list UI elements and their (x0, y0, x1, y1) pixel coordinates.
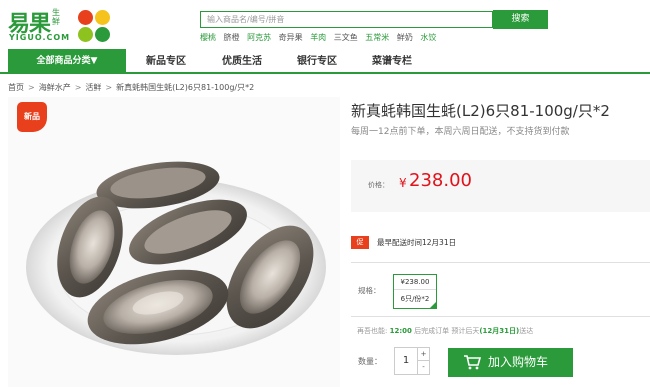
promo-text: 最早配送时间12月31日 (377, 238, 457, 247)
quantity-increase-button[interactable]: + (418, 348, 429, 361)
quantity-decrease-button[interactable]: - (418, 361, 429, 374)
logo-fruit-icon (78, 10, 112, 44)
hot-word[interactable]: 三文鱼 (334, 33, 358, 42)
breadcrumb-current: 新真蚝韩国生蚝(L2)6只81-100g/只*2 (116, 83, 255, 92)
add-to-cart-button[interactable]: 加入购物车 (448, 348, 573, 377)
nav-item-recipes[interactable]: 菜谱专栏 (372, 49, 412, 74)
delivery-suffix: 送达 (519, 327, 534, 335)
hot-word[interactable]: 奇异果 (279, 33, 303, 42)
new-product-badge: 新品 (17, 102, 47, 132)
product-title: 新真蚝韩国生蚝(L2)6只81-100g/只*2 (351, 102, 610, 120)
spec-panel: 规格： ¥238.00 6只/份*2 (351, 262, 650, 317)
breadcrumb-seafood[interactable]: 海鲜水产 (39, 83, 71, 92)
logo-domain: YIGUO.COM (9, 33, 71, 42)
hot-word[interactable]: 阿克苏 (247, 33, 271, 42)
hot-word[interactable]: 五常米 (365, 33, 389, 42)
price-panel: 价格： ¥ 238.00 (351, 160, 650, 212)
product-image[interactable]: 新品 (8, 97, 340, 387)
nav-item-new[interactable]: 新品专区 (146, 49, 186, 74)
price-currency: ¥ (399, 176, 407, 190)
quantity-stepper: 1 + - (394, 347, 430, 375)
price-label: 价格： (368, 181, 389, 189)
breadcrumb: 首页 > 海鲜水产 > 活鲜 > 新真蚝韩国生蚝(L2)6只81-100g/只*2 (8, 83, 255, 92)
quantity-input[interactable]: 1 (395, 348, 418, 374)
product-subtitle: 每周一12点前下单，本周六周日配送，不支持货到付款 (351, 127, 570, 137)
hot-search-words: 樱桃 脐橙 阿克苏 奇异果 羊肉 三文鱼 五常米 鲜奶 水饺 (200, 32, 441, 43)
delivery-cutoff-time: 12:00 (389, 327, 412, 335)
search-button[interactable]: 搜索 (493, 10, 548, 29)
hot-word[interactable]: 樱桃 (200, 33, 216, 42)
cart-icon (464, 355, 481, 370)
hot-word[interactable]: 鲜奶 (397, 33, 413, 42)
nav-item-quality-life[interactable]: 优质生活 (222, 49, 262, 74)
promo-tag: 促 (351, 236, 369, 249)
search-input[interactable]: 输入商品名/编号/拼音 (200, 11, 493, 28)
hot-word[interactable]: 水饺 (420, 33, 436, 42)
site-logo[interactable]: 易果 生鲜 YIGUO.COM (8, 6, 110, 46)
delivery-mid: 后完成订单 预计后天 (414, 327, 480, 335)
breadcrumb-live[interactable]: 活鲜 (85, 83, 101, 92)
spec-option-price: ¥238.00 (394, 278, 436, 290)
hot-word[interactable]: 羊肉 (310, 33, 326, 42)
main-nav: 全部商品分类▼ 新品专区 优质生活 银行专区 菜谱专栏 (0, 49, 650, 74)
delivery-prefix: 再吾也能 (357, 327, 385, 335)
selected-check-icon (429, 301, 437, 309)
oyster-plate-image (26, 161, 326, 355)
add-to-cart-label: 加入购物车 (488, 355, 549, 369)
logo-subtext: 生鲜 (52, 8, 60, 26)
spec-label: 规格： (358, 286, 381, 295)
product-price: 238.00 (409, 170, 472, 191)
hot-word[interactable]: 脐橙 (224, 33, 240, 42)
all-categories-menu[interactable]: 全部商品分类▼ (8, 49, 126, 74)
delivery-date: (12月31日) (479, 327, 520, 335)
nav-item-bank[interactable]: 银行专区 (297, 49, 337, 74)
spec-option-selected[interactable]: ¥238.00 6只/份*2 (393, 274, 437, 309)
quantity-label: 数量： (358, 357, 382, 366)
delivery-info: 再吾也能: 12:00 后完成订单 预计后天(12月31日)送达 (357, 327, 534, 335)
breadcrumb-home[interactable]: 首页 (8, 83, 24, 92)
